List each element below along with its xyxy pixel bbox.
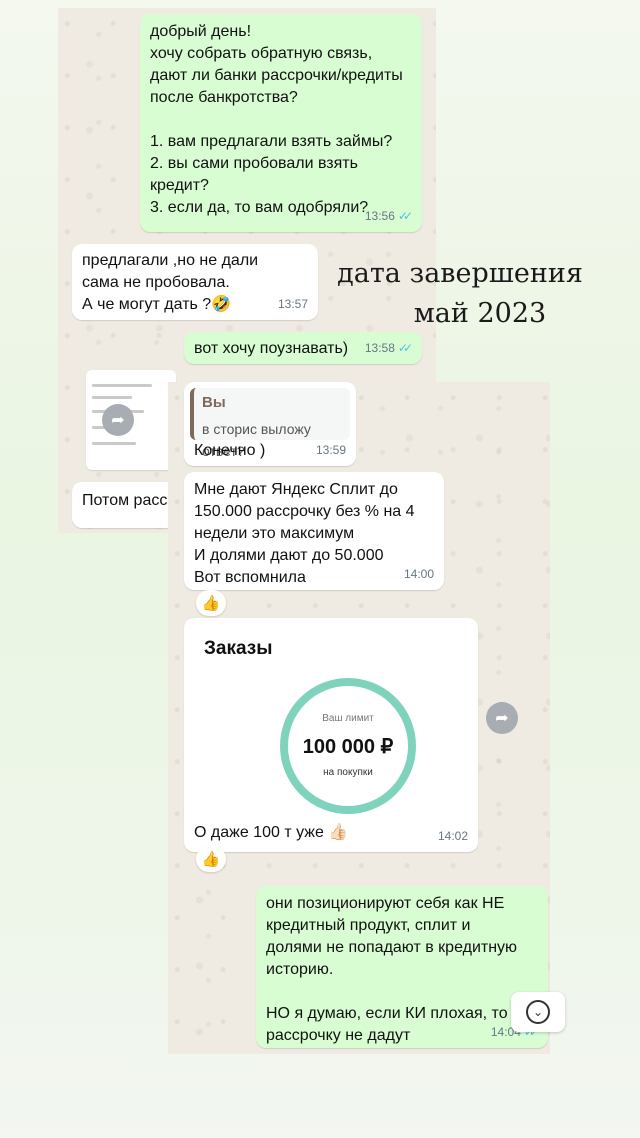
message-caption: О даже 100 т уже 👍🏻 bbox=[194, 824, 349, 841]
limit-value: 100 000 ₽ bbox=[302, 736, 394, 758]
quoted-message[interactable]: Вы в сторис выложу ответ? bbox=[190, 388, 350, 459]
message-meta: 14:02 bbox=[438, 825, 468, 847]
message-time: 13:58 bbox=[364, 341, 395, 355]
message-screenshot[interactable]: Заказы Ваш лимит 100 000 ₽ на покупки О … bbox=[184, 618, 478, 852]
message-meta: 14:00 bbox=[404, 563, 434, 585]
message-text: Потом расс bbox=[82, 492, 168, 509]
message-meta: 13:58 ✓✓ bbox=[364, 337, 413, 359]
read-ticks-icon: ✓✓ bbox=[397, 341, 413, 355]
scroll-down-button[interactable]: ⌄ bbox=[511, 992, 565, 1032]
orders-screenshot-image[interactable]: Заказы Ваш лимит 100 000 ₽ на покупки bbox=[196, 630, 466, 832]
quote-author: Вы bbox=[202, 394, 226, 411]
message-text: Мне дают Яндекс Сплит до 150.000 рассроч… bbox=[194, 481, 415, 586]
message-question[interactable]: добрый день! хочу собрать обратную связь… bbox=[140, 14, 422, 232]
chevron-down-icon: ⌄ bbox=[526, 1000, 550, 1024]
share-icon[interactable]: ➦ bbox=[486, 702, 518, 734]
orders-title: Заказы bbox=[204, 638, 273, 659]
thumbs-up-reaction-icon[interactable]: 👍 bbox=[196, 846, 226, 872]
message-time: 13:56 bbox=[364, 209, 395, 223]
read-ticks-icon: ✓✓ bbox=[397, 209, 413, 223]
message-want-to-know[interactable]: вот хочу поузнавать) 13:58 ✓✓ bbox=[184, 332, 422, 364]
completion-date-title: дата завершения май 2023 bbox=[300, 254, 620, 334]
message-not-credit[interactable]: они позиционируют себя как НЕ кредитный … bbox=[256, 886, 548, 1048]
limit-label: Ваш лимит bbox=[322, 713, 374, 724]
message-time: 14:02 bbox=[437, 829, 468, 843]
message-yandex-split[interactable]: Мне дают Яндекс Сплит до 150.000 рассроч… bbox=[184, 472, 444, 590]
title-line-1: дата завершения bbox=[337, 258, 583, 289]
limit-ring: Ваш лимит 100 000 ₽ на покупки bbox=[280, 678, 416, 814]
message-meta: 13:59 bbox=[316, 439, 346, 461]
message-text: добрый день! хочу собрать обратную связь… bbox=[150, 23, 403, 216]
message-text: Конечно ) bbox=[194, 442, 266, 459]
limit-note: на покупки bbox=[323, 767, 373, 778]
message-reply-quote[interactable]: Вы в сторис выложу ответ? Конечно ) 13:5… bbox=[184, 382, 356, 466]
title-line-2: май 2023 bbox=[413, 298, 547, 329]
message-meta: 13:56 ✓✓ bbox=[364, 205, 413, 227]
share-icon[interactable]: ➦ bbox=[102, 404, 134, 436]
message-time: 14:00 bbox=[403, 567, 434, 581]
message-text: предлагали ,но не дали сама не пробовала… bbox=[82, 252, 259, 313]
message-time: 13:59 bbox=[315, 443, 346, 457]
thumbs-up-reaction-icon[interactable]: 👍 bbox=[196, 590, 226, 616]
message-reply-1[interactable]: предлагали ,но не дали сама не пробовала… bbox=[72, 244, 318, 320]
